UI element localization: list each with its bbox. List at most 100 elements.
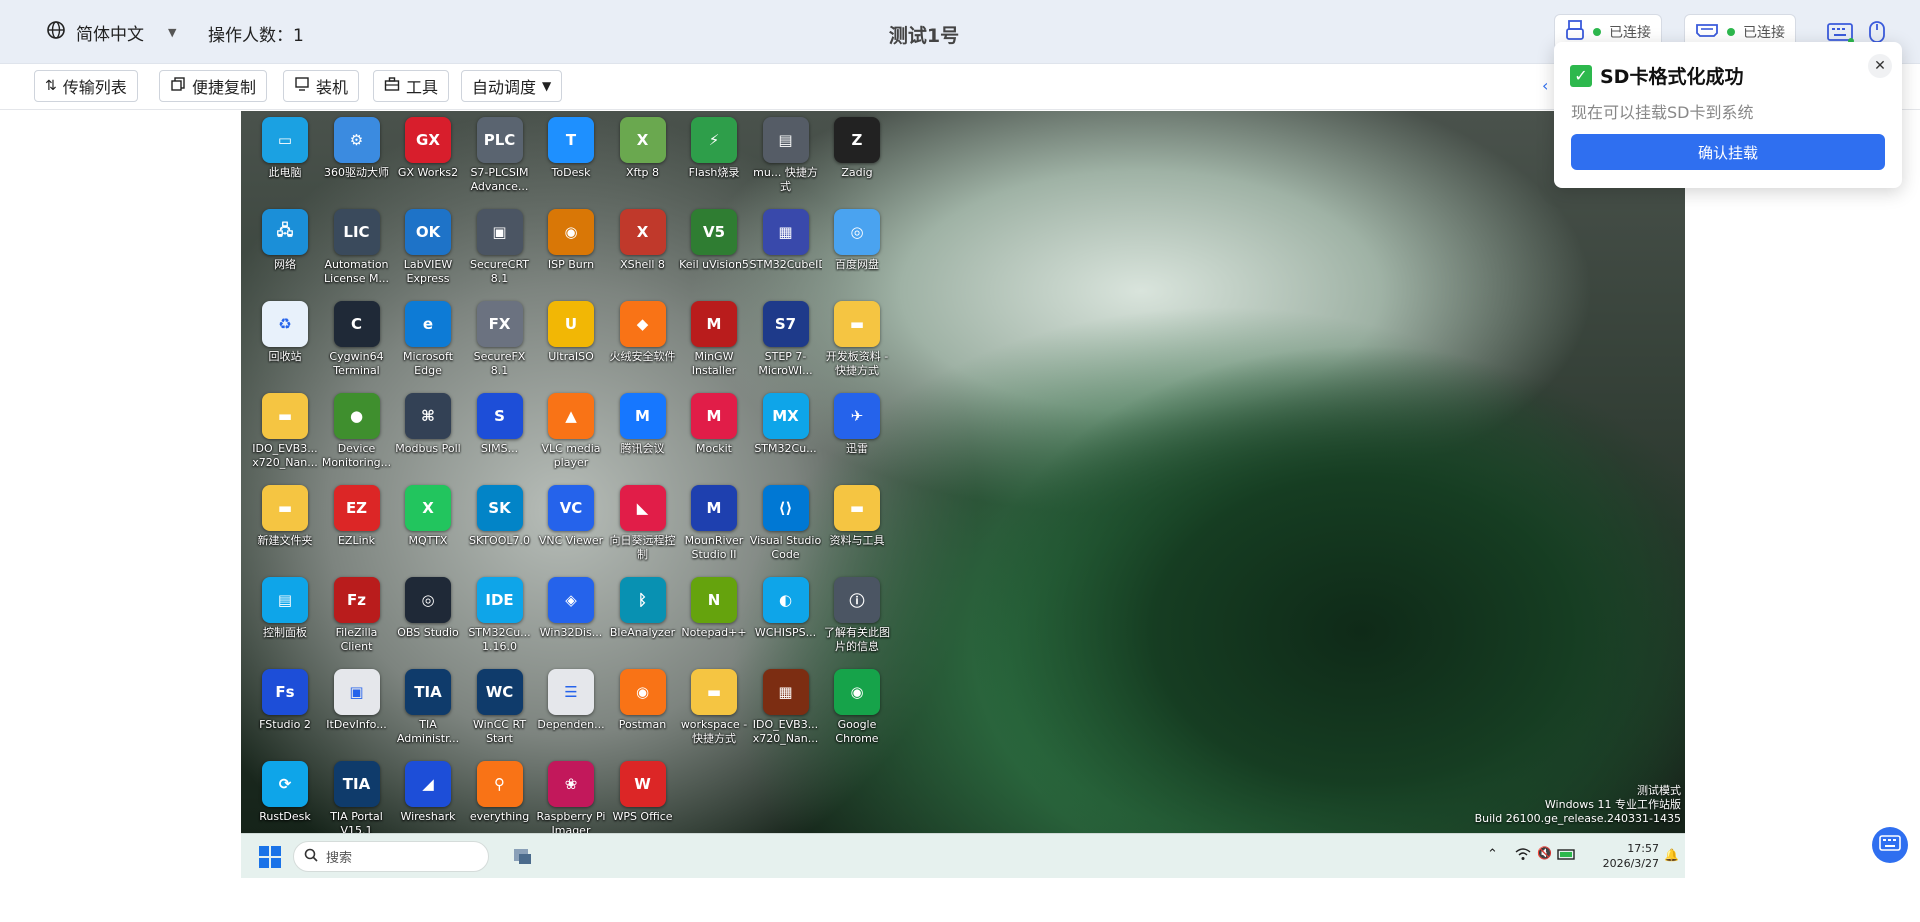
desktop-icon[interactable]: ◣ 向日葵远程控制 — [609, 485, 677, 562]
install-label: 装机 — [316, 78, 349, 97]
desktop-icon[interactable]: ⌘ Modbus Poll — [394, 393, 462, 456]
desktop-icon[interactable]: ▬ IDO_EVB3... x720_Nan... — [251, 393, 319, 470]
desktop-icon[interactable]: LIC Automation License M... — [323, 209, 391, 286]
desktop-icon[interactable]: M MounRiver Studio II — [680, 485, 748, 562]
desktop-icon[interactable]: X XShell 8 — [609, 209, 677, 272]
speaker-muted-icon[interactable]: 🔇 — [1537, 846, 1552, 860]
desktop-icon[interactable]: ◈ Win32Dis... — [537, 577, 605, 640]
desktop-icon[interactable]: 🖧 网络 — [251, 209, 319, 272]
desktop-icon[interactable]: M 腾讯会议 — [609, 393, 677, 456]
close-icon[interactable]: ✕ — [1868, 54, 1892, 78]
app-icon: ☰ — [548, 669, 594, 715]
desktop-icon[interactable]: ⚙ 360驱动大师 — [323, 117, 391, 180]
desktop-icon[interactable]: ▣ ItDevInfo... — [323, 669, 391, 732]
desktop-icon[interactable]: ✈ 迅雷 — [823, 393, 891, 456]
desktop-icon[interactable]: S SIMS... — [466, 393, 534, 456]
app-icon: X — [619, 117, 666, 163]
desktop-icon[interactable]: T ToDesk — [537, 117, 605, 180]
quick-copy-button[interactable]: 便捷复制 — [159, 70, 268, 102]
desktop-icon-label: WCHISPS... — [754, 626, 817, 639]
desktop-icon[interactable]: ▤ 控制面板 — [251, 577, 319, 640]
desktop-icon[interactable]: ⚲ everything — [466, 761, 534, 824]
tools-button[interactable]: 工具 — [373, 70, 450, 102]
desktop-icon[interactable]: ◆ 火绒安全软件 — [609, 301, 677, 364]
desktop-icon[interactable]: ᛒ BleAnalyzer — [609, 577, 677, 640]
app-icon: OK — [405, 209, 451, 255]
desktop-icon[interactable]: ◉ ISP Burn — [537, 209, 605, 272]
desktop-icon[interactable]: PLC S7-PLCSIM Advance... — [466, 117, 534, 194]
desktop-icon[interactable]: ⟳ RustDesk — [251, 761, 319, 824]
desktop-icon[interactable]: W WPS Office — [609, 761, 677, 824]
desktop-icon[interactable]: M MinGW Installer — [680, 301, 748, 378]
desktop-icon[interactable]: S7 STEP 7-MicroWI... — [752, 301, 820, 378]
desktop-icon[interactable]: ◐ WCHISPS... — [752, 577, 820, 640]
desktop-icon-label: everything — [469, 810, 530, 823]
desktop-icon[interactable]: ⟨⟩ Visual Studio Code — [750, 485, 821, 562]
chevron-left-icon[interactable]: ‹ — [1542, 76, 1548, 95]
desktop-icon[interactable]: ▬ 开发板资料 - 快捷方式 — [823, 301, 891, 378]
app-icon: LIC — [333, 209, 380, 255]
desktop-icon[interactable]: TIA TIA Administr... — [394, 669, 462, 746]
desktop-icon[interactable]: ◎ 百度网盘 — [823, 209, 891, 272]
desktop-icon-label: RustDesk — [259, 810, 311, 823]
desktop-icon[interactable]: ▦ IDO_EVB3... x720_Nan... — [752, 669, 820, 746]
desktop-icon[interactable]: ⓘ 了解有关此图片的信息 — [823, 577, 891, 654]
desktop-icon[interactable]: ▬ workspace - 快捷方式 — [680, 669, 748, 746]
desktop-icon[interactable]: ◢ Wireshark — [394, 761, 462, 824]
desktop-icon[interactable]: ▲ VLC media player — [537, 393, 605, 470]
desktop-icon[interactable]: OK LabVIEW Express — [394, 209, 462, 286]
desktop-icon[interactable]: ▬ 新建文件夹 — [251, 485, 319, 548]
desktop-icon-label: OBS Studio — [397, 626, 459, 639]
desktop-icon[interactable]: ▭ 此电脑 — [251, 117, 319, 180]
desktop-icon[interactable]: TIA TIA Portal V15.1 — [323, 761, 391, 838]
notification-bell-icon[interactable]: 🔔 — [1664, 848, 1679, 862]
desktop-icon[interactable]: FX SecureFX 8.1 — [466, 301, 534, 378]
taskbar-app-icon[interactable] — [511, 845, 533, 871]
desktop-icon-label: TIA Administr... — [396, 718, 460, 745]
desktop-icon[interactable]: e Microsoft Edge — [394, 301, 462, 378]
desktop-icon[interactable]: Z Zadig — [823, 117, 891, 180]
install-button[interactable]: 装机 — [283, 70, 360, 102]
desktop-icon[interactable]: X Xftp 8 — [609, 117, 677, 180]
desktop-icon[interactable]: ◎ OBS Studio — [394, 577, 462, 640]
desktop-icon[interactable]: ▦ STM32CubeIDE — [750, 209, 822, 272]
desktop-icon[interactable]: ☰ Dependen... — [537, 669, 605, 732]
desktop-icon[interactable]: Fz FileZilla Client — [323, 577, 391, 654]
clock-date: 2026/3/27 — [1602, 857, 1659, 870]
desktop-icon[interactable]: VC VNC Viewer — [537, 485, 605, 548]
wifi-icon[interactable] — [1515, 846, 1531, 865]
desktop-icon[interactable]: ▬ 资料与工具 — [823, 485, 891, 548]
desktop-icon[interactable]: ▤ mu... 快捷方式 — [752, 117, 820, 194]
battery-icon[interactable] — [1557, 846, 1577, 865]
desktop-icon[interactable]: ⚡ Flash烧录 — [680, 117, 748, 180]
desktop-icon[interactable]: ❀ Raspberry Pi Imager — [537, 761, 605, 838]
confirm-mount-button[interactable]: 确认挂载 — [1571, 134, 1885, 170]
remote-desktop-view[interactable]: ▭ 此电脑 ⚙ 360驱动大师 GX GX Works2 PLC S7-PLCSIM Adva… — [241, 111, 1685, 878]
desktop-icon[interactable]: Fs FStudio 2 — [251, 669, 319, 732]
floating-keyboard-button[interactable] — [1872, 827, 1908, 863]
transfer-list-button[interactable]: ⇅ 传输列表 — [34, 70, 138, 102]
desktop-icon[interactable]: GX GX Works2 — [394, 117, 462, 180]
desktop-icon[interactable]: MX STM32Cu... — [752, 393, 820, 456]
desktop-icon[interactable]: IDE STM32Cu... 1.16.0 — [466, 577, 534, 654]
desktop-icon[interactable]: ♻ 回收站 — [251, 301, 319, 364]
taskbar-clock[interactable]: 17:57 2026/3/27 — [1603, 841, 1659, 871]
desktop-icon[interactable]: SK SKTOOL7.0 — [466, 485, 534, 548]
desktop-icon[interactable]: C Cygwin64 Terminal — [323, 301, 391, 378]
desktop-icon[interactable]: V5 Keil uVision5 — [679, 209, 749, 272]
desktop-icon[interactable]: ◉ Postman — [609, 669, 677, 732]
desktop-icon[interactable]: ▣ SecureCRT 8.1 — [466, 209, 534, 286]
desktop-icon[interactable]: N Notepad++ — [680, 577, 748, 640]
desktop-icon[interactable]: EZ EZLink — [323, 485, 391, 548]
desktop-icon[interactable]: X MQTTX — [394, 485, 462, 548]
auto-schedule-dropdown[interactable]: 自动调度 ▼ — [461, 70, 563, 102]
desktop-icon[interactable]: U UltraISO — [537, 301, 605, 364]
windows-start-icon[interactable] — [259, 846, 281, 872]
chevron-up-icon[interactable]: ⌃ — [1487, 847, 1498, 862]
desktop-icon[interactable]: M Mockit — [680, 393, 748, 456]
app-icon: M — [691, 485, 737, 531]
desktop-icon[interactable]: ◉ Google Chrome — [823, 669, 891, 746]
desktop-icon[interactable]: ● Device Monitoring... — [322, 393, 391, 470]
taskbar-search-box[interactable]: 搜索 — [293, 841, 489, 872]
desktop-icon[interactable]: WC WinCC RT Start — [466, 669, 534, 746]
